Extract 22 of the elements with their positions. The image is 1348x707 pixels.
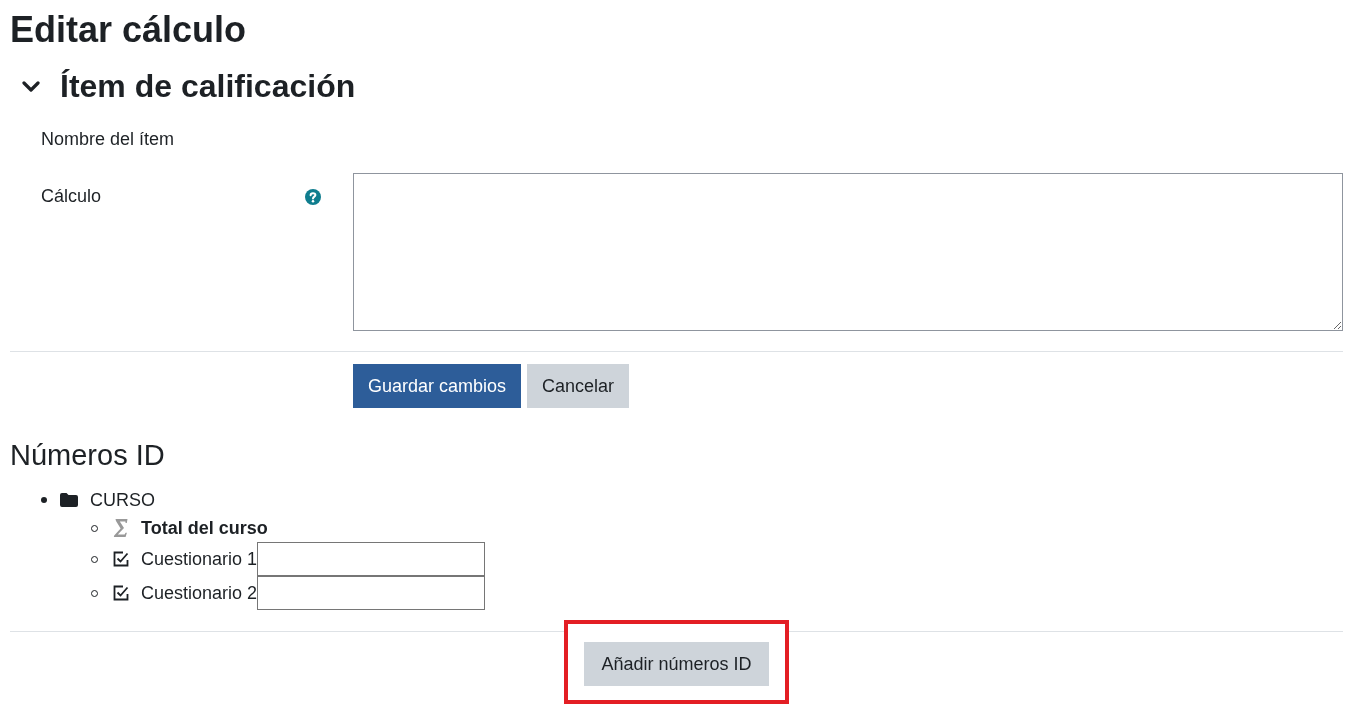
field-label: Cálculo xyxy=(41,185,103,208)
bullet-icon xyxy=(41,497,47,503)
field-label: Nombre del ítem xyxy=(41,128,176,150)
add-id-numbers-button[interactable]: Añadir números ID xyxy=(584,642,769,686)
item-label: Cuestionario 1 xyxy=(141,548,258,570)
checkbox-tick-icon xyxy=(113,551,129,567)
folder-icon xyxy=(60,493,78,507)
sigma-icon xyxy=(113,518,129,538)
section-heading: Números ID xyxy=(10,439,166,471)
save-button[interactable]: Guardar cambios xyxy=(353,364,522,408)
item-label: Cuestionario 2 xyxy=(141,582,258,604)
cancel-button[interactable]: Cancelar xyxy=(527,364,630,408)
category-label: CURSO xyxy=(90,489,155,511)
page-title: Editar cálculo xyxy=(10,10,248,50)
section-title[interactable]: Ítem de calificación xyxy=(60,66,356,106)
id-number-field[interactable] xyxy=(257,576,486,610)
id-number-field[interactable] xyxy=(257,542,486,576)
chevron-down-icon[interactable] xyxy=(22,80,40,92)
checkbox-tick-icon xyxy=(113,585,129,601)
calculation-field[interactable] xyxy=(353,173,1343,331)
total-label: Total del curso xyxy=(141,517,268,539)
help-icon[interactable] xyxy=(305,189,321,205)
